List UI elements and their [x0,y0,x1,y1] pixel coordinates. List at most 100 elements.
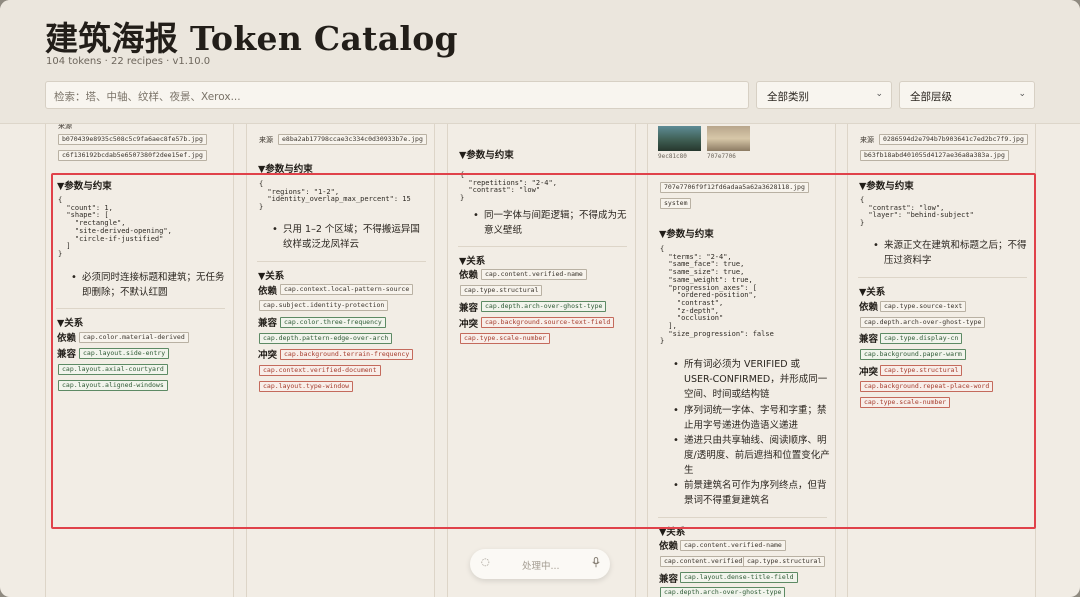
relation-chip[interactable]: cap.background.paper-warm [860,349,966,360]
app-window: 来源 b070439e8935c508c5c9fa6aec8fe57b.jpg … [0,0,1080,597]
relation-chip[interactable]: cap.depth.arch-over-ghost-type [660,587,786,597]
constraint-bullet: 前景建筑名可作为序列终点，但背景词不得重复建筑名 [673,478,830,508]
constraint-bullet: 来源正文在建筑和标题之后；不得压过资料字 [873,238,1030,268]
relation-chip[interactable]: cap.layout.dense-title-field [680,572,798,583]
source-chip[interactable]: e8ba2ab17798ccae3c334c0d30933b7e.jpg [278,134,427,145]
params-heading[interactable]: ▼参数与约束 [57,178,112,192]
chevron-down-icon: ⌄ [875,89,883,99]
constraint-bullet: 序列词统一字体、字号和字重；禁止用字号递进伪造语义递进 [673,403,830,433]
constraint-bullet: 只用 1–2 个区域；不得搬运异国纹样或泛龙凤祥云 [272,222,429,252]
depends-label: 依赖 [459,270,479,281]
conflict-label: 冲突 [258,350,278,361]
relations-heading[interactable]: ▼关系 [57,315,83,329]
relations-heading[interactable]: ▼关系 [459,253,485,267]
params-code: { "regions": "1-2", "identity_overlap_ma… [259,180,411,212]
relation-chip[interactable]: cap.type.display-cn [880,333,963,344]
compatible-label: 兼容 [459,303,479,314]
relation-chip[interactable]: cap.type.structural [743,556,826,567]
relation-chip[interactable]: cap.type.source-text [880,301,967,312]
relation-chip[interactable]: cap.layout.type-window [259,381,354,392]
relations-heading[interactable]: ▼关系 [258,268,284,282]
divider [257,261,426,262]
depends-label: 依赖 [57,333,77,344]
search-input[interactable]: 检索：塔、中轴、纹样、夜景、Xerox... [45,81,749,109]
token-card-2: 来源 e8ba2ab17798ccae3c334c0d30933b7e.jpg … [246,124,435,597]
category-select-value: 全部类别 [767,91,809,103]
relation-chip[interactable]: cap.depth.pattern-edge-over-arch [259,333,393,344]
relation-chip[interactable]: cap.depth.arch-over-ghost-type [860,317,986,328]
divider [458,246,627,247]
relation-chip[interactable]: cap.context.verified-document [259,365,381,376]
params-heading[interactable]: ▼参数与约束 [258,161,313,175]
relations-heading[interactable]: ▼关系 [859,284,885,298]
params-heading[interactable]: ▼参数与约束 [859,178,914,192]
compatible-label: 兼容 [859,334,879,345]
conflict-label: 冲突 [859,367,879,378]
relation-chip[interactable]: cap.layout.side-entry [79,348,170,359]
params-code: { "count": 1, "shape": [ "rectangle", "s… [58,196,172,258]
source-chip[interactable]: system [660,198,692,209]
source-chip[interactable]: b070439e8935c508c5c9fa6aec8fe57b.jpg [58,134,207,145]
relation-chip[interactable]: cap.context.local-pattern-source [280,284,414,295]
relation-chip[interactable]: cap.content.verified-name [481,269,587,280]
token-card-3: ▼参数与约束 { "repetitions": "2-4", "contrast… [447,124,636,597]
source-chip[interactable]: 0286594d2e794b7b903641c7ed2bc7f9.jpg [879,134,1028,145]
params-code: { "contrast": "low", "layer": "behind-su… [860,196,974,228]
layer-select-value: 全部层级 [910,91,952,103]
relation-chip[interactable]: cap.subject.identity-protection [259,300,389,311]
constraint-bullet: 必须同时连接标题和建筑；无任务即删除；不默认红圆 [71,270,228,300]
token-card-4: 9ec81c80 707e7706 707e7706f9f12fd6adaa5a… [647,124,836,597]
constraint-bullet: 同一字体与间距逻辑；不得成为无意义壁纸 [473,208,630,238]
source-label: 来源 [860,136,874,144]
reference-thumbnail[interactable] [707,126,750,151]
relation-chip[interactable]: cap.color.three-frequency [280,317,386,328]
source-chip[interactable]: 707e7706f9f12fd6adaa5a62a3628118.jpg [660,182,809,193]
relation-chip[interactable]: cap.type.scale-number [460,333,551,344]
params-heading[interactable]: ▼参数与约束 [659,226,714,240]
conflict-label: 冲突 [459,319,479,330]
compatible-label: 兼容 [659,574,679,585]
source-chip[interactable]: c6f136192bcdab5e6507380f2dee15ef.jpg [58,150,207,161]
depends-label: 依赖 [859,302,879,313]
reference-thumbnail[interactable] [658,126,701,151]
relation-chip[interactable]: cap.type.structural [880,365,963,376]
chevron-down-icon: ⌄ [1018,89,1026,99]
source-label: 来源 [58,124,72,130]
relation-chip[interactable]: cap.background.terrain-frequency [280,349,414,360]
processing-text: 处理中... [522,561,560,572]
compatible-label: 兼容 [57,349,77,360]
relation-chip[interactable]: cap.background.repeat-place-word [860,381,994,392]
thumbnail-caption: 707e7706 [707,153,736,160]
layer-select[interactable]: 全部层级 ⌄ [899,81,1035,109]
relation-chip[interactable]: cap.layout.axial-courtyard [58,364,168,375]
source-label: 来源 [259,136,273,144]
category-select[interactable]: 全部类别 ⌄ [756,81,892,109]
relation-chip[interactable]: cap.depth.arch-over-ghost-type [481,301,607,312]
depends-label: 依赖 [258,286,278,297]
token-card-5: 来源 0286594d2e794b7b903641c7ed2bc7f9.jpg … [847,124,1036,597]
constraint-bullet: 递进只由共享轴线、阅读顺序、明度/透明度、前后遮挡和位置变化产生 [673,433,830,478]
catalog-header: 建筑海报 Token Catalog 104 tokens · 22 recip… [0,0,1080,124]
token-card-1: 来源 b070439e8935c508c5c9fa6aec8fe57b.jpg … [45,124,234,597]
relation-chip[interactable]: cap.layout.aligned-windows [58,380,168,391]
relation-chip[interactable]: cap.color.material-derived [79,332,189,343]
relation-chip[interactable]: cap.type.scale-number [860,397,951,408]
microphone-icon[interactable] [592,557,600,571]
constraint-bullet: 所有词必须为 VERIFIED 或 USER-CONFIRMED，并形成同一空间… [673,357,830,402]
depends-label: 依赖 [659,541,679,552]
relations-heading[interactable]: ▼关系 [659,524,685,538]
divider [658,517,827,518]
relation-chip[interactable]: cap.content.verified-name [680,540,786,551]
processing-indicator[interactable]: ◌ 处理中... [470,549,610,579]
params-code: { "terms": "2-4", "same_face": true, "sa… [660,245,774,346]
page-title: 建筑海报 Token Catalog [45,19,458,58]
relation-chip[interactable]: cap.type.structural [460,285,543,296]
source-chip[interactable]: b63fb18abd401055d4127ae36a8a383a.jpg [860,150,1009,161]
compatible-label: 兼容 [258,318,278,329]
thumbnail-caption: 9ec81c80 [658,153,687,160]
params-code: { "repetitions": "2-4", "contrast": "low… [460,171,557,203]
params-heading[interactable]: ▼参数与约束 [459,147,514,161]
relation-chip[interactable]: cap.background.source-text-field [481,317,615,328]
divider [858,277,1027,278]
catalog-stats: 104 tokens · 22 recipes · v1.10.0 [46,56,211,67]
